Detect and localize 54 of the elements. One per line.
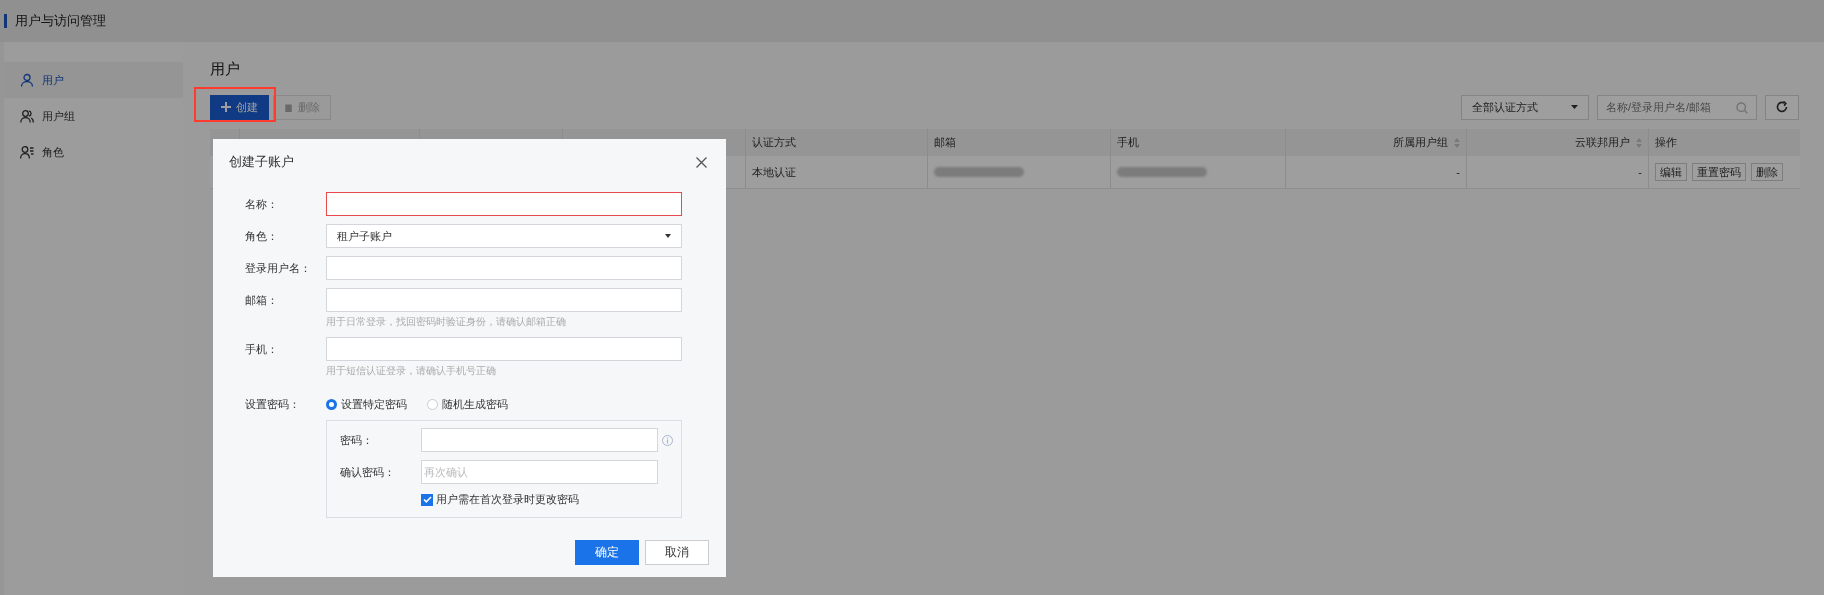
field-label: 密码： — [339, 432, 374, 448]
users-icon — [20, 109, 34, 123]
table-cell: - — [1286, 156, 1467, 188]
row-action-button[interactable]: 编辑 — [1655, 163, 1687, 181]
checkbox-option[interactable]: 用户需在首次登录时更改密码 — [421, 492, 579, 507]
checkbox[interactable] — [421, 493, 433, 506]
plus-icon — [221, 102, 231, 112]
refresh-icon — [1776, 101, 1788, 113]
sidebar-item[interactable]: 用户组 — [4, 98, 183, 134]
confirm-button[interactable]: 确定 — [575, 540, 639, 565]
page-title: 用户与访问管理 — [15, 12, 106, 30]
section-title: 用户 — [210, 60, 241, 79]
create-button[interactable]: 创建 — [210, 94, 269, 120]
radio-button[interactable] — [427, 398, 438, 410]
row-action-button[interactable]: 删除 — [1751, 163, 1783, 181]
field-label: 登录用户名： — [245, 260, 312, 276]
field-label: 设置密码： — [245, 396, 301, 412]
search-icon — [1736, 101, 1748, 114]
radio-option[interactable]: 设置特定密码 — [326, 396, 407, 412]
sort-icon[interactable] — [1454, 137, 1460, 148]
row-action-button[interactable]: 重置密码 — [1692, 163, 1746, 181]
field-hint: 用于日常登录，找回密码时验证身份，请确认邮箱正确 — [326, 315, 567, 329]
field-hint: 用于短信认证登录，请确认手机号正确 — [326, 364, 497, 378]
radio-button[interactable] — [326, 398, 337, 410]
column-header: 所属用户组 — [1286, 129, 1467, 156]
role-select[interactable]: 租户子账户 — [326, 224, 682, 248]
table-cell: 本地认证 — [746, 156, 928, 188]
auth-filter-dropdown[interactable]: 全部认证方式 — [1461, 94, 1589, 120]
close-icon[interactable] — [696, 156, 707, 168]
info-icon[interactable] — [662, 434, 673, 446]
field-label: 名称： — [245, 196, 279, 212]
table-cell: - — [1467, 156, 1649, 188]
caret-icon — [1571, 105, 1578, 109]
refresh-button[interactable] — [1765, 94, 1799, 120]
column-header: 认证方式 — [746, 129, 928, 156]
input-field[interactable] — [326, 192, 682, 216]
caret-icon — [665, 234, 671, 238]
cancel-button[interactable]: 取消 — [645, 540, 709, 565]
sidebar-item[interactable]: 用户 — [4, 62, 183, 98]
dialog-title: 创建子账户 — [229, 153, 294, 171]
field-label: 角色： — [245, 228, 279, 244]
field-label: 邮箱： — [245, 292, 279, 308]
search-field[interactable]: 名称/登录用户名/邮箱 — [1597, 94, 1757, 120]
sort-icon[interactable] — [1636, 137, 1642, 148]
radio-option[interactable]: 随机生成密码 — [427, 396, 508, 412]
user-icon — [20, 73, 34, 87]
user-list-icon — [20, 145, 34, 159]
column-header: 手机 — [1111, 129, 1286, 156]
field-label: 确认密码： — [339, 464, 396, 480]
column-header: 操作 — [1654, 135, 1678, 150]
sidebar-item[interactable]: 角色 — [4, 134, 183, 170]
column-header: 邮箱 — [928, 129, 1111, 156]
column-header: 云联邦用户 — [1467, 129, 1649, 156]
field-label: 手机： — [245, 341, 279, 357]
